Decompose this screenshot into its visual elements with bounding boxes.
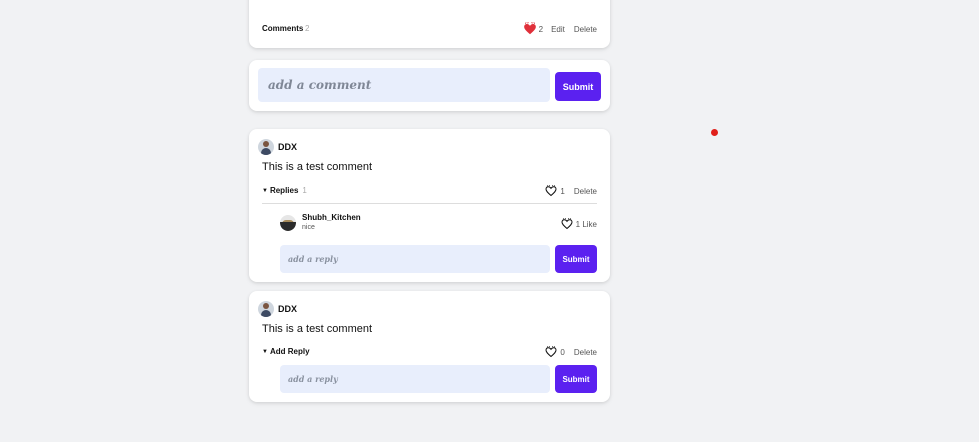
divider — [262, 203, 597, 204]
comment-likes-count: 0 — [560, 347, 565, 357]
comment-text: This is a test comment — [262, 323, 373, 335]
avatar[interactable] — [258, 300, 274, 317]
edit-post-button[interactable]: Edit — [551, 25, 565, 34]
reply-author[interactable]: Shubh_Kitchen — [302, 213, 361, 222]
reply-likes-label: 1 Like — [575, 219, 597, 229]
comments-count: 2 — [305, 24, 310, 33]
cursor-dot — [711, 129, 718, 136]
reply-actions: 1 Like — [561, 217, 597, 231]
caret-down-icon: ▼ — [262, 187, 268, 194]
comments-label[interactable]: Comments — [262, 24, 303, 33]
comment-author[interactable]: DDX — [278, 142, 297, 152]
add-reply-toggle[interactable]: ▼ Add Reply — [262, 347, 310, 356]
add-comment-card: Submit — [249, 60, 610, 111]
submit-comment-button[interactable]: Submit — [555, 72, 601, 101]
submit-reply-button[interactable]: Submit — [555, 365, 597, 393]
comment-actions: 1 Delete — [545, 184, 597, 198]
post-footer: Comments 2 2 Edit Delete — [262, 22, 597, 36]
replies-count: 1 — [302, 186, 307, 195]
comment-actions-row: ▼ Replies 1 1 Delete — [262, 184, 597, 198]
post-card: Comments 2 2 Edit Delete — [249, 0, 610, 48]
comment-author[interactable]: DDX — [278, 304, 297, 314]
comment-card: DDX This is a test comment ▼ Add Reply 0… — [249, 291, 610, 402]
replies-toggle-label: Replies — [269, 186, 299, 195]
reply-text: nice — [302, 224, 315, 231]
heart-outline-icon[interactable] — [545, 185, 557, 197]
add-reply-label: Add Reply — [269, 347, 310, 356]
comment-card: DDX This is a test comment ▼ Replies 1 1… — [249, 129, 610, 282]
comment-header: DDX — [258, 300, 297, 317]
avatar[interactable] — [280, 215, 296, 231]
caret-down-icon: ▼ — [262, 348, 268, 355]
comment-actions: 0 Delete — [545, 345, 597, 359]
comment-input[interactable] — [258, 68, 550, 102]
heart-filled-icon[interactable] — [523, 22, 537, 36]
delete-comment-button[interactable]: Delete — [574, 187, 597, 196]
reply-input[interactable] — [280, 365, 550, 393]
heart-outline-icon[interactable] — [561, 218, 573, 230]
comment-actions-row: ▼ Add Reply 0 Delete — [262, 345, 597, 359]
post-likes-count: 2 — [538, 24, 544, 34]
avatar[interactable] — [258, 138, 274, 155]
comment-text: This is a test comment — [262, 161, 373, 173]
reply-input[interactable] — [280, 245, 550, 273]
reply-item: Shubh_Kitchen nice 1 Like — [280, 213, 597, 235]
delete-comment-button[interactable]: Delete — [574, 348, 597, 357]
replies-toggle[interactable]: ▼ Replies 1 — [262, 186, 307, 195]
delete-post-button[interactable]: Delete — [574, 25, 597, 34]
heart-outline-icon[interactable] — [545, 346, 557, 358]
comment-likes-count: 1 — [560, 186, 565, 196]
comment-header: DDX — [258, 138, 297, 155]
post-actions: 2 Edit Delete — [523, 22, 597, 36]
submit-reply-button[interactable]: Submit — [555, 245, 597, 273]
